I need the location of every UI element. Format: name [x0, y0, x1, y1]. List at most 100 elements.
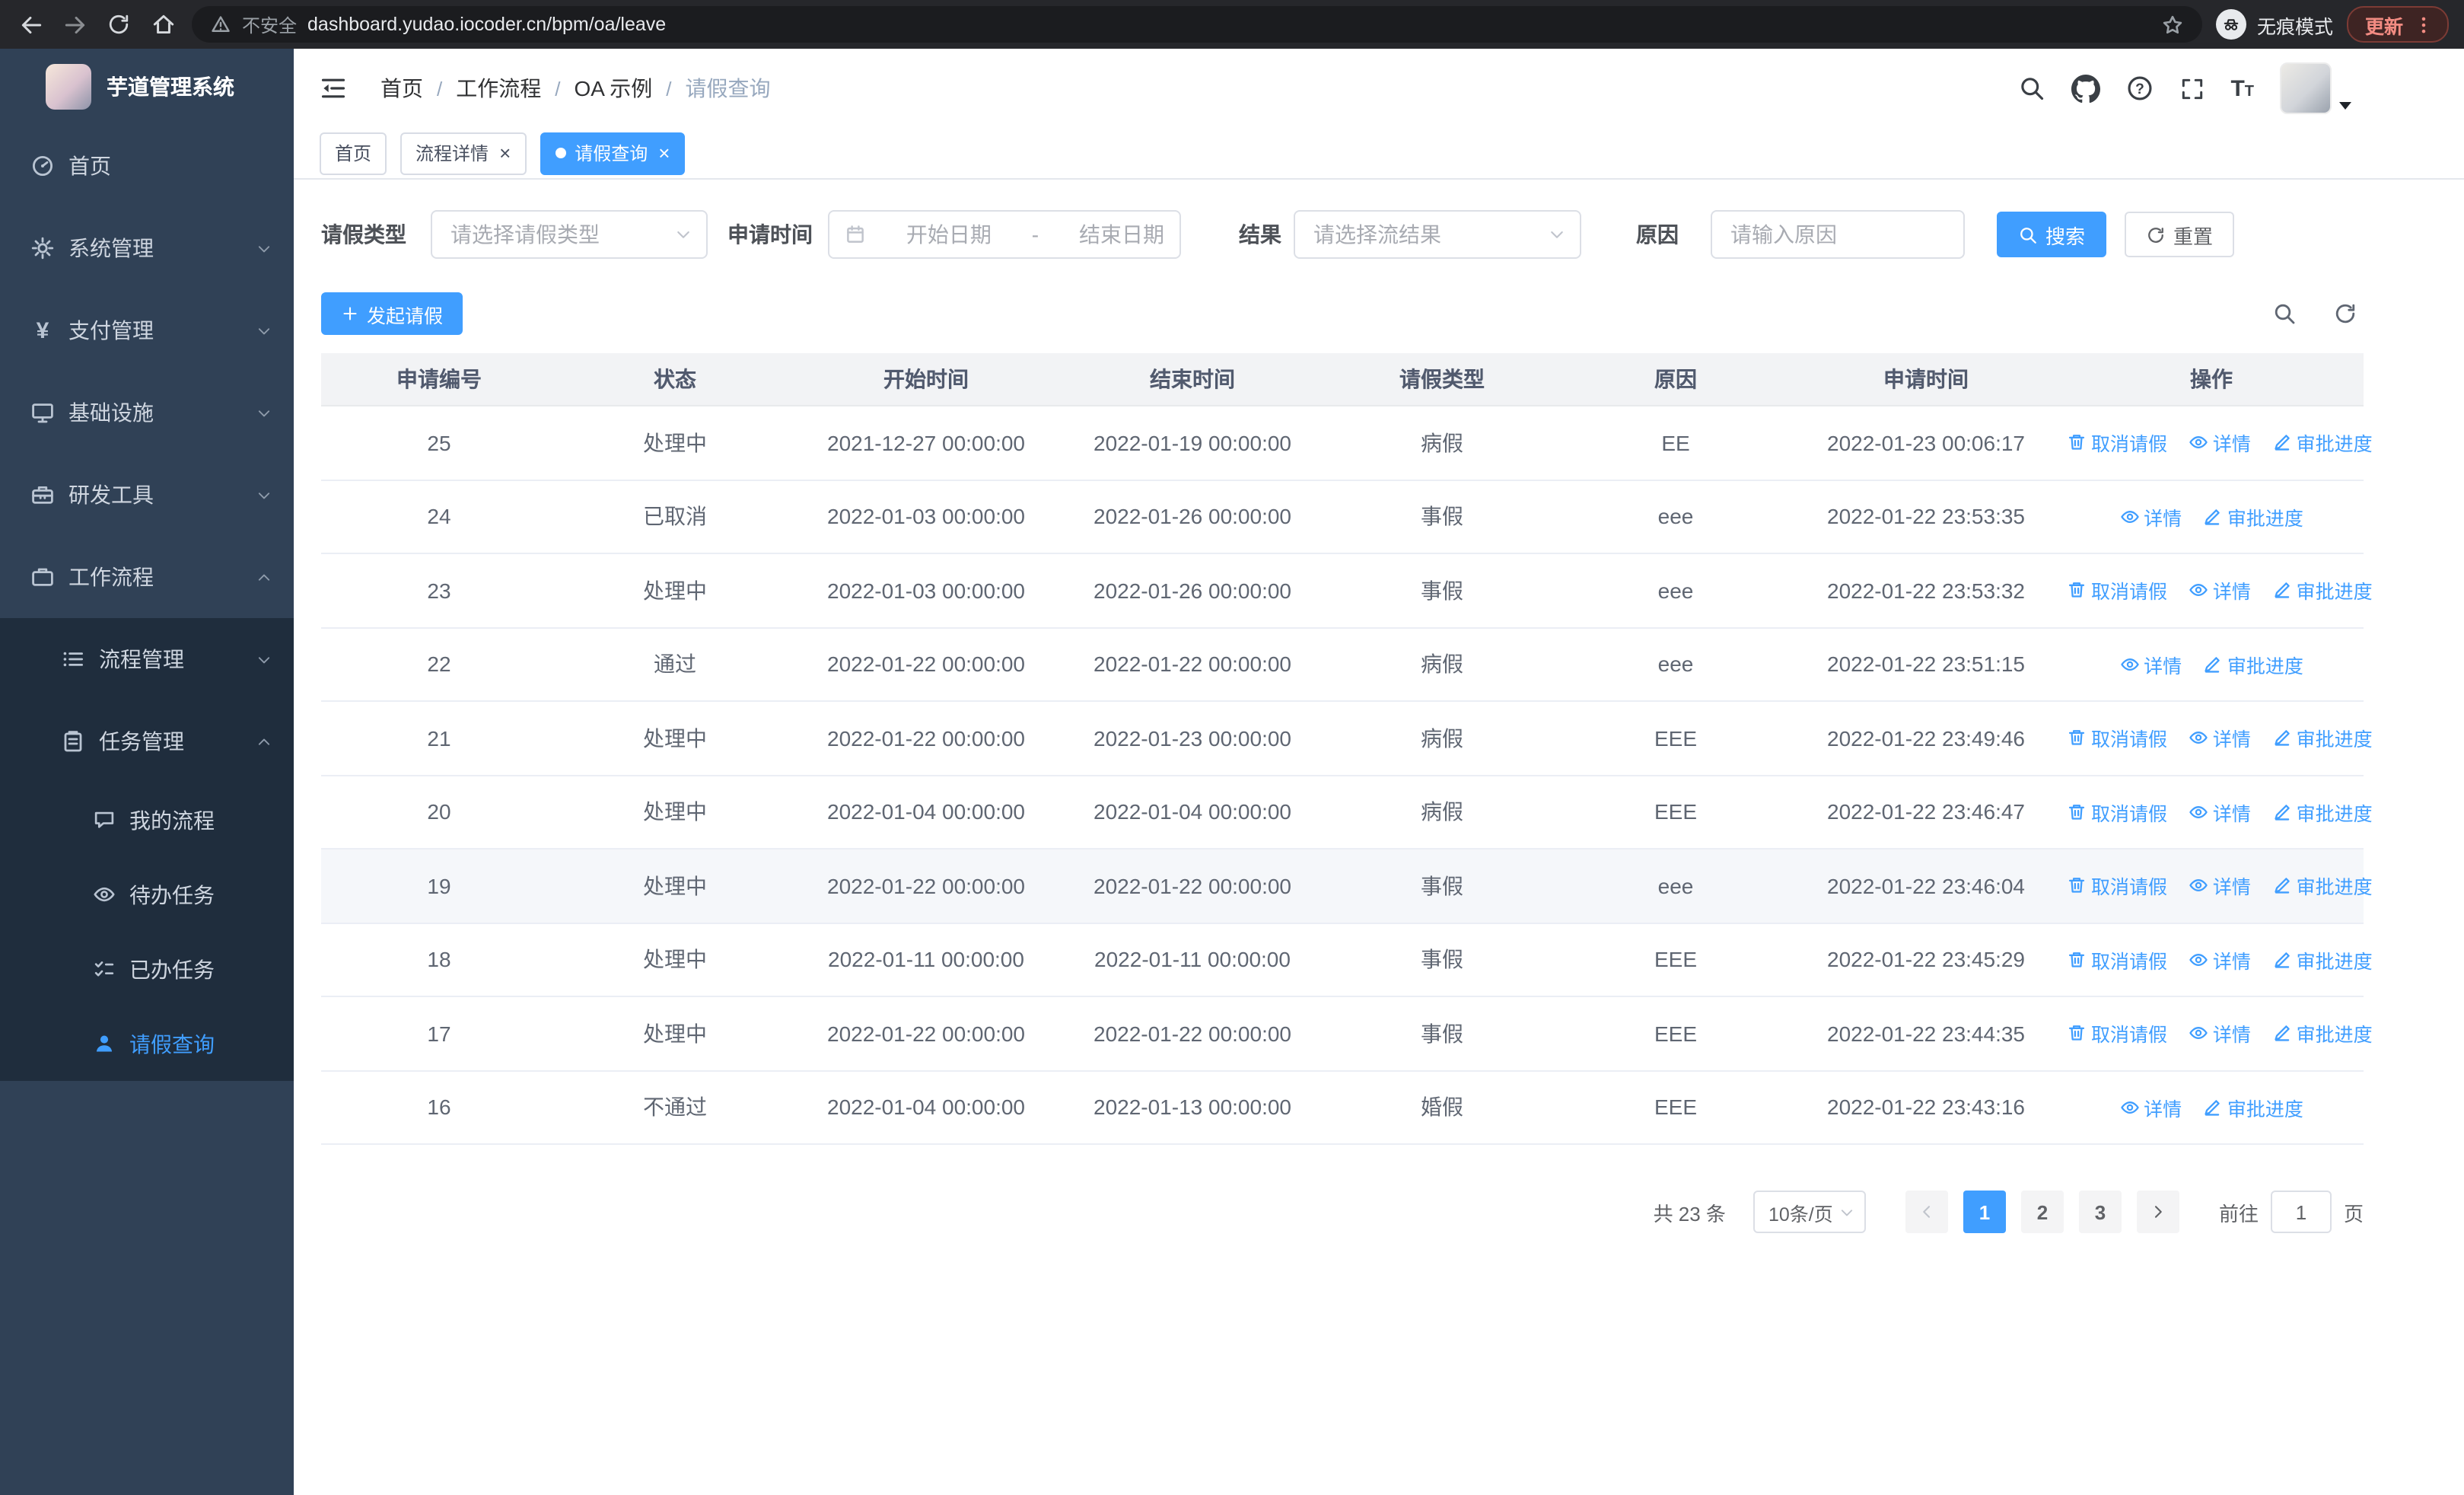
- detail-link[interactable]: 详情: [2189, 724, 2251, 753]
- detail-link[interactable]: 详情: [2119, 650, 2182, 679]
- sidebar-item-home[interactable]: 首页: [0, 125, 294, 207]
- help-button[interactable]: ?: [2125, 75, 2153, 102]
- approval-progress-link[interactable]: 审批进度: [2272, 945, 2373, 974]
- close-icon[interactable]: ×: [658, 143, 670, 163]
- approval-progress-link[interactable]: 审批进度: [2203, 650, 2303, 679]
- cell-leave-type: 事假: [1326, 849, 1558, 923]
- detail-link[interactable]: 详情: [2189, 429, 2251, 457]
- github-link[interactable]: [2071, 74, 2100, 103]
- kebab-menu-icon[interactable]: [2414, 14, 2434, 34]
- col-header-actions: 操作: [2059, 353, 2364, 406]
- avatar[interactable]: [2280, 62, 2332, 114]
- url-text[interactable]: dashboard.yudao.iocoder.cn/bpm/oa/leave: [307, 14, 2150, 35]
- header: 首页 / 工作流程 / OA 示例 / 请假查询 ? TT: [294, 49, 2464, 128]
- sidebar-item-workflow[interactable]: 工作流程: [0, 536, 294, 618]
- approval-progress-link[interactable]: 审批进度: [2203, 1093, 2303, 1122]
- cell-id: 21: [321, 701, 557, 776]
- sidebar-item-todo-tasks[interactable]: 待办任务: [0, 857, 294, 932]
- sidebar-item-leave-query[interactable]: 请假查询: [0, 1006, 294, 1081]
- eye-icon: [2189, 879, 2208, 892]
- breadcrumb-separator: /: [666, 77, 672, 100]
- next-page-button[interactable]: [2136, 1191, 2179, 1233]
- reason-input[interactable]: [1711, 210, 1965, 259]
- approval-progress-link[interactable]: 审批进度: [2272, 1019, 2373, 1048]
- goto-page-input[interactable]: [2270, 1191, 2332, 1233]
- approval-progress-link[interactable]: 审批进度: [2272, 724, 2373, 753]
- tab-home[interactable]: 首页: [320, 132, 387, 174]
- cell-actions: 取消请假 详情 审批进度: [2059, 923, 2373, 997]
- cell-actions: 详情 审批进度: [2059, 627, 2364, 702]
- sidebar-item-my-processes[interactable]: 我的流程: [0, 783, 294, 857]
- detail-link[interactable]: 详情: [2189, 945, 2251, 974]
- fullscreen-button[interactable]: [2179, 75, 2205, 101]
- browser-forward-button[interactable]: [59, 9, 90, 40]
- sidebar-collapse-button[interactable]: [320, 75, 347, 102]
- browser-home-button[interactable]: [148, 9, 178, 40]
- sidebar-item-system[interactable]: 系统管理: [0, 207, 294, 289]
- detail-link[interactable]: 详情: [2189, 872, 2251, 901]
- browser-update-button[interactable]: 更新: [2346, 6, 2449, 43]
- browser-back-button[interactable]: [15, 9, 46, 40]
- cancel-leave-link[interactable]: 取消请假: [2067, 724, 2167, 753]
- detail-link[interactable]: 详情: [2119, 1093, 2182, 1122]
- sidebar-item-dev-tools[interactable]: 研发工具: [0, 454, 294, 536]
- cell-reason: eee: [1558, 849, 1793, 923]
- cancel-leave-link[interactable]: 取消请假: [2067, 945, 2167, 974]
- chevron-down-icon: [258, 245, 270, 252]
- cancel-leave-link[interactable]: 取消请假: [2067, 798, 2167, 827]
- toggle-search-button[interactable]: [2272, 301, 2297, 326]
- breadcrumb-workflow[interactable]: 工作流程: [456, 73, 541, 104]
- trash-icon: [2068, 582, 2085, 598]
- refresh-table-button[interactable]: [2333, 301, 2357, 326]
- user-menu[interactable]: [2280, 62, 2351, 114]
- approval-progress-link[interactable]: 审批进度: [2272, 798, 2373, 827]
- tab-leave-query[interactable]: 请假查询 ×: [540, 132, 686, 174]
- cell-id: 25: [321, 406, 557, 480]
- page-button-3[interactable]: 3: [2078, 1191, 2122, 1233]
- col-header-end: 结束时间: [1059, 353, 1326, 406]
- font-size-button[interactable]: TT: [2230, 77, 2254, 100]
- col-header-type: 请假类型: [1326, 353, 1558, 406]
- header-search-button[interactable]: [2017, 75, 2045, 102]
- eye-icon: [2189, 805, 2208, 818]
- create-leave-button[interactable]: 发起请假: [321, 292, 463, 335]
- trash-icon: [2068, 804, 2085, 820]
- breadcrumb-home[interactable]: 首页: [380, 73, 423, 104]
- browser-reload-button[interactable]: [103, 9, 134, 40]
- result-select[interactable]: 请选择流结果: [1294, 210, 1581, 259]
- detail-link[interactable]: 详情: [2189, 798, 2251, 827]
- leave-type-select[interactable]: 请选择请假类型: [431, 210, 708, 259]
- approval-progress-link[interactable]: 审批进度: [2272, 429, 2373, 457]
- cancel-leave-link[interactable]: 取消请假: [2067, 576, 2167, 605]
- page-button-2[interactable]: 2: [2020, 1191, 2064, 1233]
- bookmark-star-icon[interactable]: [2161, 13, 2184, 36]
- cancel-leave-link[interactable]: 取消请假: [2067, 1019, 2167, 1048]
- cancel-leave-link[interactable]: 取消请假: [2067, 429, 2167, 457]
- cancel-leave-link[interactable]: 取消请假: [2067, 872, 2167, 901]
- page-button-1[interactable]: 1: [1963, 1191, 2006, 1233]
- page-size-select[interactable]: 10条/页: [1752, 1191, 1866, 1233]
- sidebar-item-done-tasks[interactable]: 已办任务: [0, 932, 294, 1006]
- edit-pen-icon: [2275, 878, 2290, 894]
- sidebar-item-process-management[interactable]: 流程管理: [0, 618, 294, 700]
- close-icon[interactable]: ×: [499, 143, 511, 163]
- prev-page-button[interactable]: [1905, 1191, 1948, 1233]
- apply-time-range-picker[interactable]: 开始日期 - 结束日期: [828, 210, 1181, 259]
- approval-progress-link[interactable]: 审批进度: [2272, 872, 2373, 901]
- active-dot: [555, 148, 566, 158]
- approval-progress-link[interactable]: 审批进度: [2203, 502, 2303, 531]
- tab-process-detail[interactable]: 流程详情 ×: [400, 132, 527, 174]
- approval-progress-link[interactable]: 审批进度: [2272, 576, 2373, 605]
- detail-link[interactable]: 详情: [2189, 1019, 2251, 1048]
- detail-link[interactable]: 详情: [2119, 502, 2182, 531]
- sidebar-item-payment[interactable]: ¥ 支付管理: [0, 289, 294, 371]
- reset-button[interactable]: 重置: [2125, 212, 2235, 257]
- sidebar-item-infrastructure[interactable]: 基础设施: [0, 371, 294, 454]
- create-leave-label: 发起请假: [367, 305, 444, 327]
- search-button[interactable]: 搜索: [1997, 212, 2107, 257]
- breadcrumb-oa-example[interactable]: OA 示例: [575, 73, 653, 104]
- cell-status: 处理中: [557, 701, 793, 776]
- address-bar[interactable]: 不安全 dashboard.yudao.iocoder.cn/bpm/oa/le…: [192, 6, 2202, 43]
- detail-link[interactable]: 详情: [2189, 576, 2251, 605]
- sidebar-item-task-management[interactable]: 任务管理: [0, 700, 294, 783]
